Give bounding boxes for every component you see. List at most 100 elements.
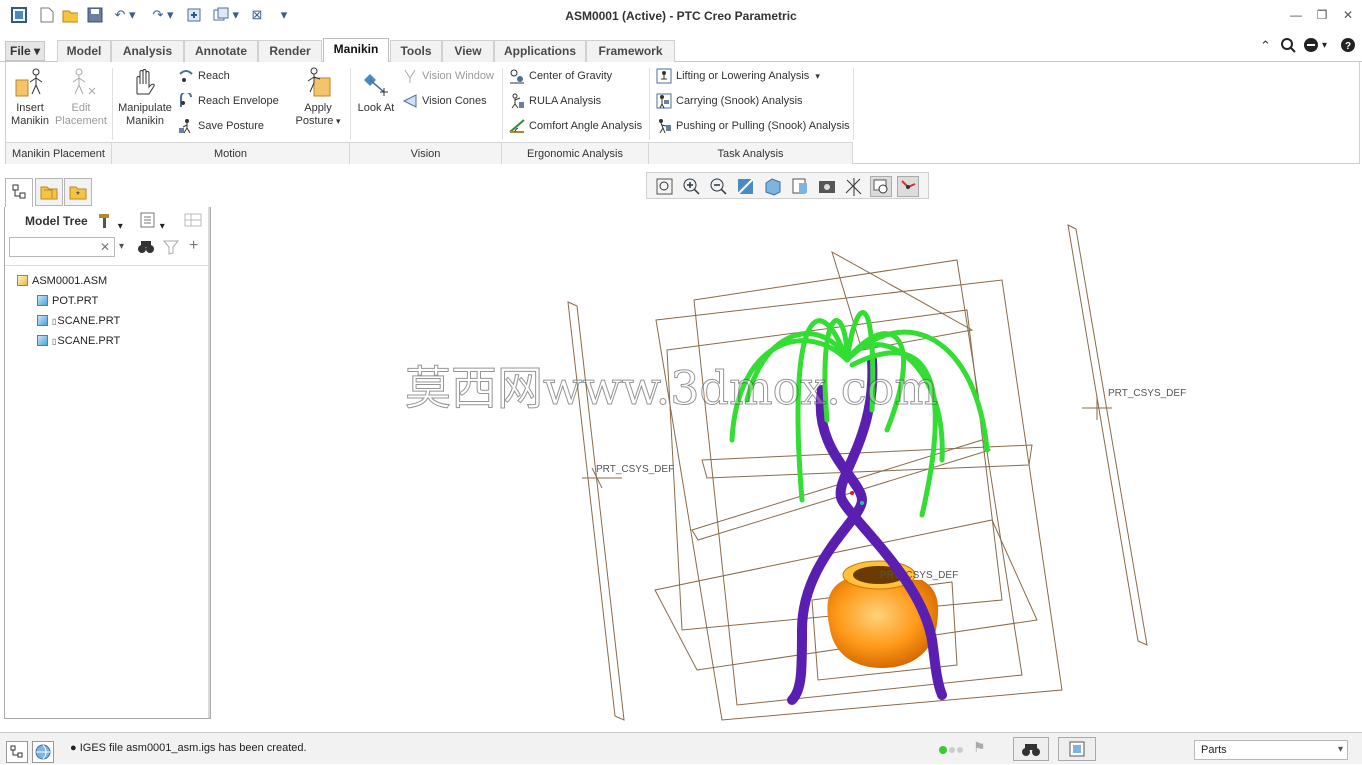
center-of-gravity-button[interactable]: Center of Gravity bbox=[509, 67, 612, 85]
saved-orientations-icon[interactable] bbox=[789, 176, 811, 197]
search-icon[interactable] bbox=[1280, 37, 1296, 56]
save-posture-button[interactable]: Save Posture bbox=[178, 117, 264, 135]
binoculars-icon bbox=[1022, 744, 1040, 756]
tree-show-button[interactable]: ▾ bbox=[139, 211, 175, 232]
spin-center-icon[interactable] bbox=[897, 176, 919, 197]
insert-manikin-label: Insert Manikin bbox=[11, 102, 49, 127]
tree-item-scane-2[interactable]: ▯SCANE.PRT bbox=[37, 332, 120, 350]
tree-search-input[interactable]: ✕ bbox=[9, 237, 115, 257]
display-style-icon[interactable] bbox=[762, 176, 784, 197]
carrying-analysis-button[interactable]: Carrying (Snook) Analysis bbox=[656, 92, 803, 110]
datum-point bbox=[850, 491, 854, 495]
file-menu-button[interactable]: File ▾ bbox=[5, 41, 45, 61]
part-icon bbox=[37, 295, 48, 306]
lifting-lowering-button[interactable]: Lifting or Lowering Analysis ▾ bbox=[656, 67, 820, 85]
learning-connector-icon[interactable] bbox=[1303, 37, 1321, 56]
add-column-icon[interactable]: + bbox=[189, 237, 198, 255]
regen-status-icon[interactable] bbox=[938, 744, 966, 759]
selection-filter-dropdown[interactable]: Parts ▾ bbox=[1194, 740, 1348, 760]
reach-envelope-button[interactable]: Reach Envelope bbox=[178, 92, 279, 110]
tab-favorites[interactable]: * bbox=[64, 178, 92, 206]
find-icon[interactable] bbox=[137, 239, 155, 258]
show-browser-icon[interactable] bbox=[32, 741, 54, 763]
selection-icon bbox=[1069, 741, 1085, 757]
tab-manikin[interactable]: Manikin bbox=[323, 38, 389, 62]
look-at-button[interactable]: Look At bbox=[354, 66, 398, 115]
csys-label-right: PRT_CSYS_DEF bbox=[1108, 388, 1186, 399]
zoom-out-icon[interactable] bbox=[708, 176, 730, 197]
tab-folder-browser[interactable] bbox=[35, 178, 63, 206]
tree-item-asm[interactable]: ASM0001.ASM bbox=[17, 272, 107, 290]
hand-icon bbox=[136, 69, 155, 95]
tab-model-tree[interactable] bbox=[5, 178, 33, 208]
find-button[interactable] bbox=[1013, 737, 1049, 761]
manipulate-manikin-button[interactable]: Manipulate Manikin bbox=[116, 66, 174, 128]
vision-window-button[interactable]: Vision Window bbox=[402, 67, 494, 85]
tree-settings-button[interactable]: ▾ bbox=[97, 211, 133, 232]
edit-placement-button[interactable]: Edit Placement bbox=[54, 66, 108, 128]
tree-item-pot[interactable]: POT.PRT bbox=[37, 292, 98, 310]
minimize-icon[interactable]: — bbox=[1288, 8, 1304, 22]
tab-analysis[interactable]: Analysis bbox=[111, 40, 184, 62]
favorites-icon: * bbox=[69, 186, 87, 201]
lifting-dropdown-icon[interactable]: ▾ bbox=[815, 71, 820, 81]
clear-search-icon[interactable]: ✕ bbox=[100, 240, 110, 254]
graphics-viewport[interactable]: PRT_CSYS_DEF PRT_CSYS_DEF PRT_CSYS_DEF bbox=[212, 200, 1362, 730]
tree-item-scane-1[interactable]: ▯SCANE.PRT bbox=[37, 312, 120, 330]
rula-analysis-button[interactable]: RULA Analysis bbox=[509, 92, 601, 110]
datum-display-icon[interactable] bbox=[843, 176, 865, 197]
tab-framework[interactable]: Framework bbox=[586, 40, 675, 62]
assembly-icon bbox=[17, 275, 28, 286]
repaint-icon[interactable] bbox=[735, 176, 757, 197]
group-label-ergonomic: Ergonomic Analysis bbox=[502, 142, 649, 164]
save-posture-icon bbox=[179, 119, 191, 134]
reach-envelope-label: Reach Envelope bbox=[198, 95, 279, 107]
zoom-in-icon[interactable] bbox=[681, 176, 703, 197]
insert-manikin-button[interactable]: Insert Manikin bbox=[8, 66, 52, 128]
pushing-pulling-button[interactable]: Pushing or Pulling (Snook) Analysis bbox=[656, 117, 850, 135]
tab-annotate[interactable]: Annotate bbox=[184, 40, 258, 62]
reach-button[interactable]: Reach bbox=[178, 67, 230, 85]
comfort-angle-button[interactable]: Comfort Angle Analysis bbox=[509, 117, 642, 135]
tab-model[interactable]: Model bbox=[57, 40, 111, 62]
vision-window-icon bbox=[404, 69, 416, 84]
csys-label-left: PRT_CSYS_DEF bbox=[596, 464, 674, 475]
file-tab-label: File bbox=[9, 44, 31, 58]
vision-window-label: Vision Window bbox=[422, 70, 494, 82]
model-tree-tab-icon bbox=[12, 184, 26, 199]
chevron-down-icon: ▾ bbox=[1337, 744, 1343, 755]
save-posture-label: Save Posture bbox=[198, 120, 265, 132]
vision-cones-button[interactable]: Vision Cones bbox=[402, 92, 487, 110]
group-label-placement: Manikin Placement bbox=[6, 142, 112, 164]
manipulate-manikin-label: Manipulate Manikin bbox=[118, 102, 172, 127]
apply-posture-icon bbox=[307, 67, 331, 97]
tree-columns-icon[interactable] bbox=[183, 211, 205, 234]
insert-manikin-icon bbox=[15, 68, 43, 97]
status-bar: ● IGES file asm0001_asm.igs has been cre… bbox=[0, 732, 1362, 764]
tab-applications[interactable]: Applications bbox=[494, 40, 586, 62]
carrying-icon bbox=[656, 93, 672, 109]
tree-item-label: SCANE.PRT bbox=[57, 315, 121, 327]
close-icon[interactable]: ✕ bbox=[1340, 8, 1356, 22]
csys-label-pot: PRT_CSYS_DEF bbox=[880, 570, 958, 581]
collapse-ribbon-icon[interactable]: ⌃ bbox=[1260, 38, 1271, 54]
window-title: ASM0001 (Active) - PTC Creo Parametric bbox=[565, 9, 797, 23]
ribbon-panel: Manikin Placement Motion Vision Ergonomi… bbox=[5, 62, 1360, 164]
apply-posture-button[interactable]: Apply Posture ▾ bbox=[292, 66, 344, 128]
tab-render[interactable]: Render bbox=[258, 40, 322, 62]
show-navigator-icon[interactable] bbox=[6, 741, 28, 763]
refit-icon[interactable] bbox=[654, 176, 676, 197]
annotation-display-icon[interactable] bbox=[870, 176, 892, 197]
selection-button[interactable] bbox=[1058, 737, 1096, 761]
dropdown-icon[interactable]: ▾ bbox=[1322, 40, 1327, 51]
reach-label: Reach bbox=[198, 70, 230, 82]
help-icon[interactable]: ? bbox=[1340, 37, 1356, 56]
search-dropdown-icon[interactable]: ▾ bbox=[119, 241, 124, 252]
tab-tools[interactable]: Tools bbox=[390, 40, 442, 62]
apply-posture-label: Apply Posture bbox=[295, 102, 334, 127]
view-manager-icon[interactable] bbox=[816, 176, 838, 197]
filter-icon[interactable] bbox=[162, 239, 180, 258]
restore-icon[interactable]: ❐ bbox=[1314, 8, 1330, 22]
tab-view[interactable]: View bbox=[442, 40, 494, 62]
flag-icon[interactable]: ⚑ bbox=[973, 739, 986, 756]
